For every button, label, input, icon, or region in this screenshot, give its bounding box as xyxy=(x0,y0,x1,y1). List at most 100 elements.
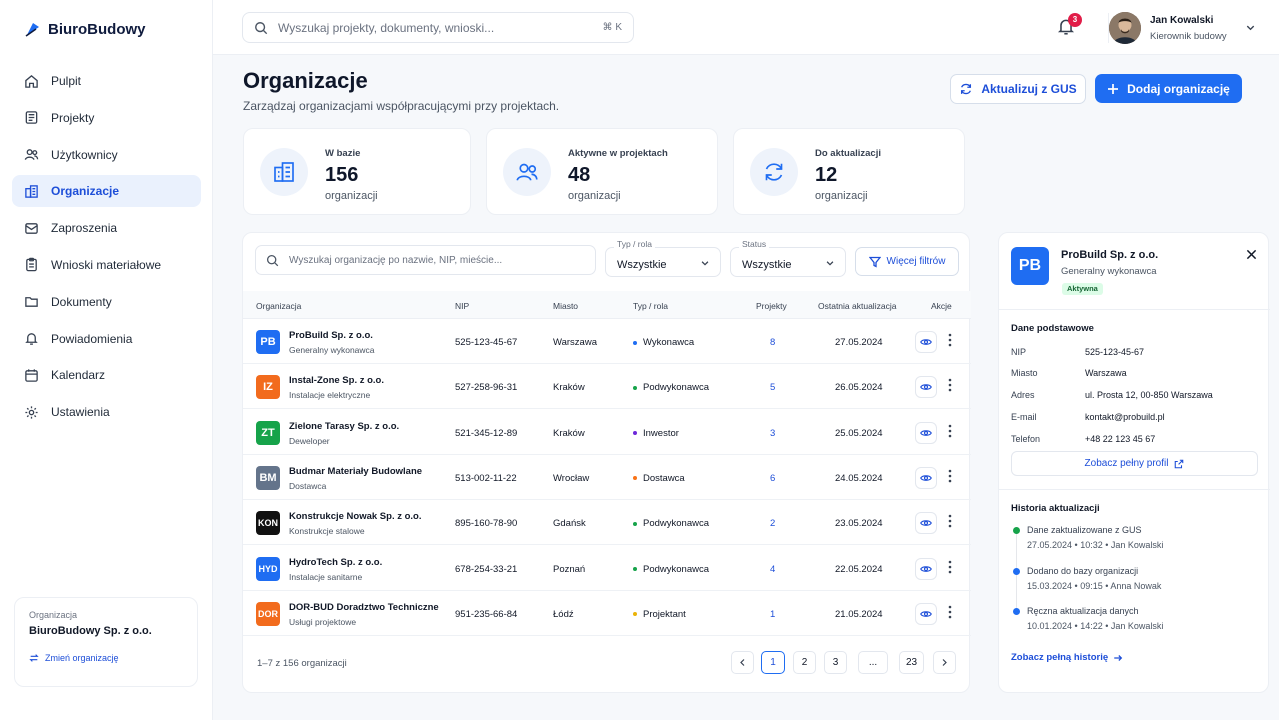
app-name: BiuroBudowy xyxy=(48,20,146,38)
field-label: Miasto xyxy=(1011,368,1038,378)
col-header-projects[interactable]: Projekty xyxy=(756,301,787,311)
sidebar-item-organizacje[interactable]: Organizacje xyxy=(12,175,201,208)
table-row[interactable]: DOR DOR-BUD Doradztwo Techniczne Usługi pr… xyxy=(243,591,971,636)
more-actions-icon[interactable] xyxy=(948,333,952,347)
col-header-type[interactable]: Typ / rola xyxy=(633,301,668,311)
app-logo[interactable]: BiuroBudowy xyxy=(24,20,146,38)
global-search-input[interactable]: Wyszukaj projekty, dokumenty, wnioski...… xyxy=(242,12,634,43)
sidebar-item-pulpit[interactable]: Pulpit xyxy=(12,65,201,97)
org-logo: BM xyxy=(256,465,280,490)
table-row[interactable]: BM Budmar Materiały Budowlane Dostawca 513-… xyxy=(243,455,971,500)
chevron-down-icon[interactable] xyxy=(1245,22,1256,33)
projects-icon xyxy=(25,111,38,125)
sidebar-item-projekty[interactable]: Projekty xyxy=(12,102,201,134)
eye-icon xyxy=(920,610,932,617)
view-button[interactable] xyxy=(915,512,937,535)
avatar[interactable] xyxy=(1109,12,1141,44)
prev-page-button[interactable] xyxy=(731,651,754,674)
add-organization-button[interactable]: Dodaj organizację xyxy=(1095,74,1242,103)
more-actions-icon[interactable] xyxy=(948,560,952,574)
org-projects-count[interactable]: 3 xyxy=(770,428,775,439)
col-header-org[interactable]: Organizacja xyxy=(256,301,301,311)
org-nip: 521-345-12-89 xyxy=(455,427,518,439)
update-from-gus-button[interactable]: Aktualizuj z GUS xyxy=(950,74,1086,104)
org-projects-count[interactable]: 2 xyxy=(770,518,775,529)
more-actions-icon[interactable] xyxy=(948,424,952,438)
sidebar-item-zaproszenia[interactable]: Zaproszenia xyxy=(12,212,201,244)
org-type-label: Wykonawca xyxy=(643,337,695,348)
org-type: Podwykonawca xyxy=(633,518,709,529)
view-button[interactable] xyxy=(915,466,937,489)
page-button[interactable]: 23 xyxy=(899,651,924,674)
sidebar-item-kalendarz[interactable]: Kalendarz xyxy=(12,359,201,391)
col-header-updated[interactable]: Ostatnia aktualizacja xyxy=(818,301,896,311)
view-button[interactable] xyxy=(915,376,937,399)
more-actions-icon[interactable] xyxy=(948,605,952,619)
more-actions-icon[interactable] xyxy=(948,378,952,392)
org-city: Wrocław xyxy=(553,472,590,484)
table-row[interactable]: ZT Zielone Tarasy Sp. z o.o. Deweloper 521-… xyxy=(243,410,971,455)
sidebar-item-powiadomienia[interactable]: Powiadomienia xyxy=(12,323,201,355)
view-button[interactable] xyxy=(915,331,937,353)
status-filter-caption: Status xyxy=(739,239,770,249)
view-button[interactable] xyxy=(915,602,937,625)
chevron-right-icon xyxy=(942,659,947,666)
eye-icon xyxy=(920,339,932,345)
view-full-profile-button[interactable]: Zobacz pełny profil xyxy=(1011,451,1258,476)
org-name[interactable]: Budmar Materiały Budowlane xyxy=(289,466,422,477)
page-button[interactable]: 1 xyxy=(761,651,785,674)
more-actions-icon[interactable] xyxy=(948,469,952,483)
sidebar-item-ustawienia[interactable]: Ustawienia xyxy=(12,396,201,428)
org-name[interactable]: Zielone Tarasy Sp. z o.o. xyxy=(289,421,399,432)
org-name[interactable]: HydroTech Sp. z o.o. xyxy=(289,557,382,568)
type-filter-select[interactable]: Typ / rola Wszystkie xyxy=(605,239,721,277)
org-name[interactable]: DOR-BUD Doradztwo Techniczne xyxy=(289,602,439,613)
org-type: Projektant xyxy=(633,609,686,620)
detail-org-logo: PB xyxy=(1011,247,1049,285)
table-row[interactable]: HYD HydroTech Sp. z o.o. Instalacje sanita… xyxy=(243,546,971,591)
sidebar-item-label: Projekty xyxy=(51,110,95,125)
org-projects-count[interactable]: 6 xyxy=(770,473,775,484)
org-projects-count[interactable]: 4 xyxy=(770,564,775,575)
org-subtitle: Deweloper xyxy=(289,435,330,446)
org-projects-count[interactable]: 5 xyxy=(770,382,775,393)
table-row[interactable]: IZ Instal-Zone Sp. z o.o. Instalacje elekt… xyxy=(243,364,971,410)
eye-icon xyxy=(920,520,932,526)
org-logo: KON xyxy=(256,511,280,536)
swap-icon xyxy=(29,654,39,662)
org-name[interactable]: Konstrukcje Nowak Sp. z o.o. xyxy=(289,511,422,522)
sidebar-item-uzytkownicy[interactable]: Użytkownicy xyxy=(12,139,201,171)
org-projects-count[interactable]: 1 xyxy=(770,609,775,620)
col-header-city[interactable]: Miasto xyxy=(553,301,578,311)
more-actions-icon[interactable] xyxy=(948,514,952,528)
organization-search-input[interactable]: Wyszukaj organizację po nazwie, NIP, mie… xyxy=(255,245,596,275)
plus-icon xyxy=(1108,83,1119,94)
status-filter-select[interactable]: Status Wszystkie xyxy=(730,239,846,277)
sidebar-item-wnioski[interactable]: Wnioski materiałowe xyxy=(12,249,201,281)
next-page-button[interactable] xyxy=(933,651,956,674)
view-button[interactable] xyxy=(915,421,937,444)
type-filter-caption: Typ / rola xyxy=(614,239,655,249)
history-item-title: Dane zaktualizowane z GUS xyxy=(1027,525,1142,535)
field-label: Telefon xyxy=(1011,434,1041,444)
more-filters-button[interactable]: Więcej filtrów xyxy=(855,247,959,276)
more-filters-label: Więcej filtrów xyxy=(886,256,946,267)
org-name[interactable]: ProBuild Sp. z o.o. xyxy=(289,330,373,341)
timeline-dot xyxy=(1013,608,1020,615)
close-icon[interactable] xyxy=(1246,249,1257,260)
bell-icon xyxy=(25,333,38,345)
table-row[interactable]: PB ProBuild Sp. z o.o. Generalny wykonawca… xyxy=(243,319,971,364)
chevron-left-icon xyxy=(740,659,745,666)
page-button[interactable]: 3 xyxy=(824,651,847,674)
org-name[interactable]: Instal-Zone Sp. z o.o. xyxy=(289,375,384,386)
org-projects-count[interactable]: 8 xyxy=(770,337,775,348)
change-org-link[interactable]: Zmień organizację xyxy=(29,653,183,663)
page-button[interactable]: 2 xyxy=(793,651,816,674)
table-row[interactable]: KON Konstrukcje Nowak Sp. z o.o. Konstrukc… xyxy=(243,500,971,546)
org-nip: 895-160-78-90 xyxy=(455,518,518,530)
sidebar-item-dokumenty[interactable]: Dokumenty xyxy=(12,286,201,318)
view-button[interactable] xyxy=(915,557,937,580)
history-title: Historia aktualizacji xyxy=(1011,503,1100,514)
full-history-link[interactable]: Zobacz pełną historię xyxy=(1011,652,1123,663)
col-header-nip[interactable]: NIP xyxy=(455,301,469,311)
